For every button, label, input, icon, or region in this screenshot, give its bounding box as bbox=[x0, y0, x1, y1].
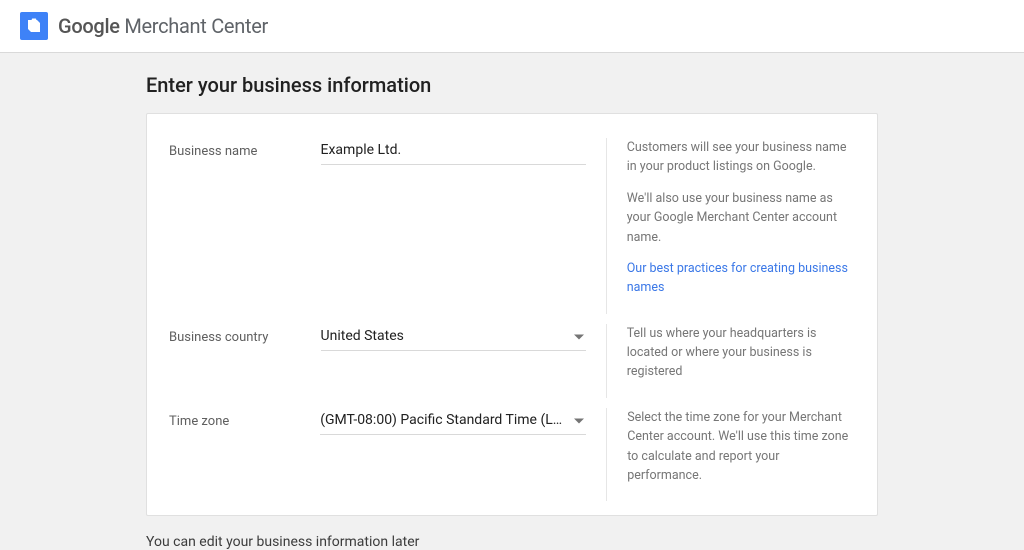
brand-light: Merchant Center bbox=[120, 14, 268, 38]
content-area: Enter your business information Business… bbox=[0, 53, 1024, 550]
business-name-input-col: Example Ltd. bbox=[321, 138, 606, 165]
help-text: Tell us where your headquarters is locat… bbox=[627, 324, 855, 382]
brand-bold: Google bbox=[58, 14, 120, 38]
business-country-help: Tell us where your headquarters is locat… bbox=[606, 324, 855, 398]
help-text: Select the time zone for your Merchant C… bbox=[627, 408, 855, 486]
business-country-value: United States bbox=[321, 328, 586, 344]
chevron-down-icon bbox=[574, 418, 584, 423]
chevron-down-icon bbox=[574, 334, 584, 339]
business-country-input-col: United States bbox=[321, 324, 606, 351]
app-header: Google Merchant Center bbox=[0, 0, 1024, 53]
app-title: Google Merchant Center bbox=[58, 14, 268, 38]
time-zone-select[interactable]: (GMT-08:00) Pacific Standard Time (Lo… bbox=[320, 408, 586, 435]
time-zone-label: Time zone bbox=[169, 408, 320, 429]
help-text: We'll also use your business name as you… bbox=[627, 189, 855, 247]
business-name-help: Customers will see your business name in… bbox=[606, 138, 855, 314]
footer-note: You can edit your business information l… bbox=[146, 534, 878, 550]
business-country-select[interactable]: United States bbox=[321, 324, 586, 351]
business-name-value: Example Ltd. bbox=[321, 142, 586, 158]
best-practices-link[interactable]: Our best practices for creating business… bbox=[627, 261, 848, 295]
time-zone-input-col: (GMT-08:00) Pacific Standard Time (Lo… bbox=[320, 408, 606, 435]
business-country-row: Business country United States Tell us w… bbox=[169, 324, 855, 398]
time-zone-help: Select the time zone for your Merchant C… bbox=[606, 408, 855, 502]
business-name-input[interactable]: Example Ltd. bbox=[321, 138, 586, 165]
business-country-label: Business country bbox=[169, 324, 321, 345]
business-info-card: Business name Example Ltd. Customers wil… bbox=[146, 113, 878, 516]
time-zone-value: (GMT-08:00) Pacific Standard Time (Lo… bbox=[320, 412, 586, 428]
help-text: Customers will see your business name in… bbox=[627, 138, 855, 177]
time-zone-row: Time zone (GMT-08:00) Pacific Standard T… bbox=[169, 408, 855, 502]
merchant-center-logo-icon bbox=[20, 12, 48, 40]
page-title: Enter your business information bbox=[146, 73, 878, 97]
business-name-row: Business name Example Ltd. Customers wil… bbox=[169, 138, 855, 314]
business-name-label: Business name bbox=[169, 138, 321, 159]
